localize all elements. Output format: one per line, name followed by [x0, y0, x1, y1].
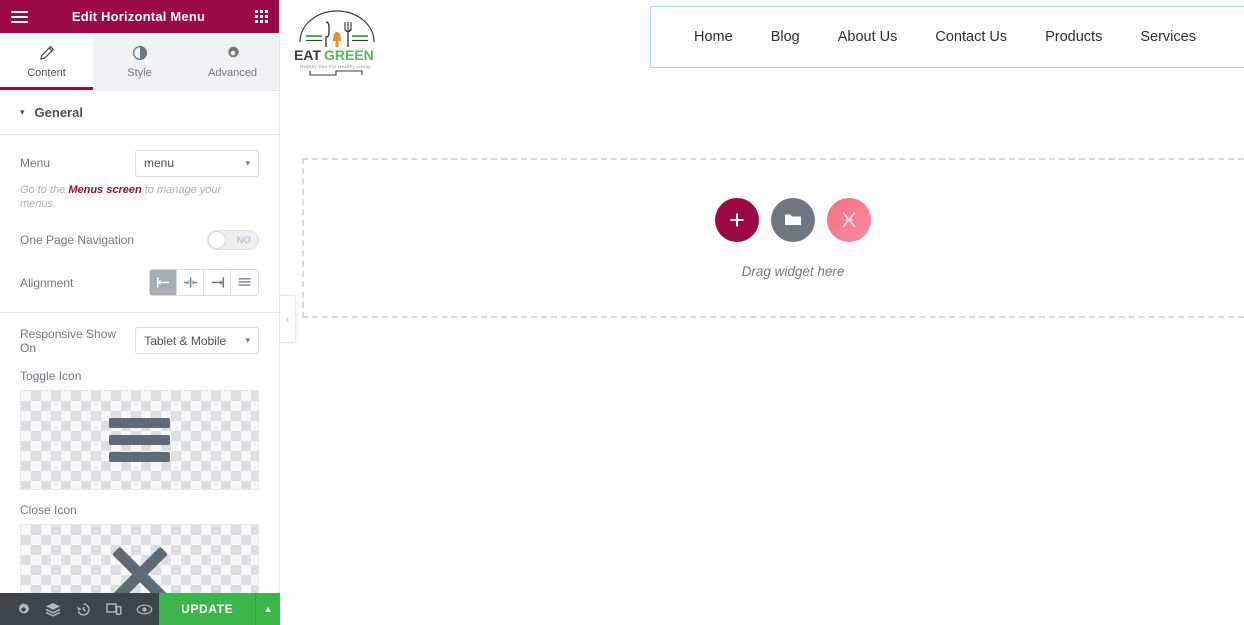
responsive-show-on-value: Tablet & Mobile [144, 333, 227, 348]
add-template-button[interactable] [827, 197, 871, 242]
add-new-section-button[interactable] [715, 197, 759, 242]
contrast-circle-icon [132, 45, 147, 60]
add-section-controls [715, 197, 871, 242]
align-justify-icon[interactable] [231, 270, 258, 296]
gear-glyph [18, 602, 30, 614]
responsive-show-on-label: Responsive Show On [20, 326, 117, 355]
panel-body: ▾ General Menu menu ▾ Go to the Menus sc… [0, 91, 279, 625]
nav-item-contact-us[interactable]: Contact Us [916, 29, 1026, 45]
control-one-page-navigation: One Page Navigation NO [0, 212, 279, 255]
close-icon-label: Close Icon [20, 502, 77, 517]
panel-title: Edit Horizontal Menu [71, 9, 206, 24]
toggle-knob [208, 230, 226, 249]
plus-icon [730, 213, 744, 226]
panel-collapse-handle[interactable]: ‹ [280, 295, 296, 343]
settings-gear-icon[interactable] [8, 593, 38, 625]
align-left-icon[interactable] [150, 270, 177, 296]
tab-style-label: Style [127, 66, 152, 79]
responsive-glyph [106, 603, 122, 615]
nav-item-about-us[interactable]: About Us [819, 29, 917, 45]
tab-advanced[interactable]: Advanced [186, 33, 279, 90]
align-left-glyph [156, 277, 169, 288]
logo-brand-second: GREEN [324, 47, 374, 63]
tab-style[interactable]: Style [93, 33, 186, 90]
chevron-down-icon: ▾ [245, 157, 250, 168]
pencil-icon [39, 45, 54, 60]
history-icon[interactable] [68, 593, 98, 625]
section-general-header[interactable]: ▾ General [0, 91, 279, 135]
align-right-glyph [211, 277, 224, 288]
nav-item-home[interactable]: Home [675, 29, 752, 45]
section-general-label: General [34, 105, 83, 120]
eye-glyph [136, 604, 152, 614]
menu-select-value: menu [144, 156, 175, 170]
hamburger-icon [109, 417, 170, 462]
menus-screen-link[interactable]: Menus screen [68, 184, 141, 196]
drag-widget-text: Drag widget here [741, 263, 845, 279]
preview-eye-icon[interactable] [129, 593, 159, 625]
history-glyph [77, 602, 90, 616]
widget-dropzone[interactable]: Drag widget here [302, 158, 1244, 318]
tab-content[interactable]: Content [0, 33, 93, 90]
logo-brand-first: EAT [294, 47, 321, 63]
nav-item-blog[interactable]: Blog [752, 29, 819, 45]
align-justify-glyph [238, 278, 251, 286]
align-center-glyph [183, 277, 197, 288]
control-menu: Menu menu ▾ Go to the Menus screen to ma… [0, 135, 279, 212]
control-responsive-show-on: Responsive Show On Tablet & Mobile ▾ [0, 313, 279, 356]
elementor-editor: Edit Horizontal Menu Content Style Advan… [0, 0, 1244, 625]
logo-tagline: Healthy Diet For Healthy Living [300, 64, 370, 69]
add-folder-button[interactable] [771, 197, 815, 242]
navigator-layers-icon[interactable] [38, 593, 68, 625]
alignment-button-group [149, 269, 259, 297]
editor-panel: Edit Horizontal Menu Content Style Advan… [0, 0, 281, 625]
update-options-caret-icon[interactable]: ▲ [255, 593, 281, 625]
nav-item-services[interactable]: Services [1121, 29, 1215, 45]
one-page-navigation-label: One Page Navigation [20, 232, 135, 247]
toggle-icon-label: Toggle Icon [20, 368, 82, 383]
update-button[interactable]: UPDATE [159, 593, 256, 625]
one-page-navigation-toggle[interactable]: NO [207, 229, 259, 250]
alignment-label: Alignment [20, 275, 74, 290]
panel-footer: UPDATE ▲ [0, 593, 281, 625]
site-header: EAT GREEN Healthy Diet For Healthy Livin… [280, 0, 1244, 82]
site-logo[interactable]: EAT GREEN Healthy Diet For Healthy Livin… [280, 0, 650, 83]
tab-content-label: Content [27, 66, 66, 79]
template-x-icon [842, 211, 856, 227]
responsive-show-on-select[interactable]: Tablet & Mobile ▾ [135, 327, 259, 355]
tab-advanced-label: Advanced [208, 66, 257, 79]
control-alignment: Alignment [0, 255, 279, 298]
menu-hint: Go to the Menus screen to manage your me… [20, 183, 259, 212]
widgets-grid-icon[interactable] [255, 10, 268, 23]
menu-hint-before: Go to the [20, 184, 69, 196]
chevron-down-icon: ▾ [20, 107, 25, 117]
nav-item-products[interactable]: Products [1026, 29, 1121, 45]
gear-icon [227, 45, 239, 58]
toggle-icon-preview[interactable] [20, 389, 259, 490]
chevron-down-icon: ▾ [245, 335, 250, 346]
toggle-state-label: NO [236, 234, 251, 245]
panel-tabs: Content Style Advanced [0, 33, 279, 91]
panel-header: Edit Horizontal Menu [0, 0, 279, 33]
horizontal-menu-widget[interactable]: Home Blog About Us Contact Us Products S… [650, 6, 1244, 68]
menu-label: Menu [20, 156, 51, 170]
align-center-icon[interactable] [177, 270, 204, 296]
layers-glyph [46, 602, 61, 617]
folder-icon [785, 214, 801, 225]
menu-select[interactable]: menu ▾ [135, 149, 259, 177]
preview-canvas: EAT GREEN Healthy Diet For Healthy Livin… [280, 0, 1244, 625]
responsive-mode-icon[interactable] [99, 593, 129, 625]
eat-green-logo-icon: EAT GREEN Healthy Diet For Healthy Livin… [294, 10, 375, 76]
align-right-icon[interactable] [204, 270, 231, 296]
